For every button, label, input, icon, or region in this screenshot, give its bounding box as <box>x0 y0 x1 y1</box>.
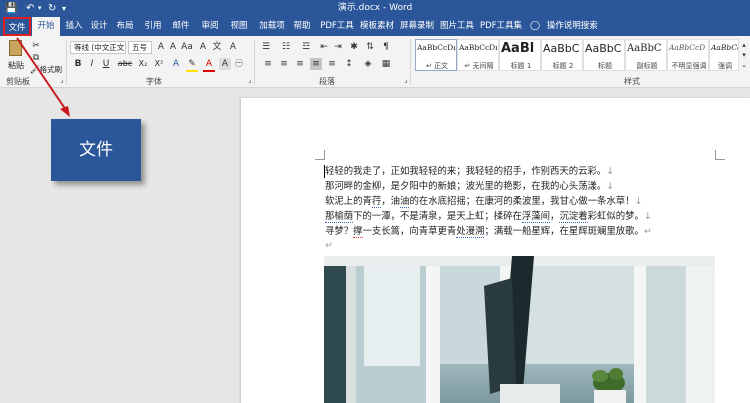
pointer-arrow <box>16 37 70 117</box>
